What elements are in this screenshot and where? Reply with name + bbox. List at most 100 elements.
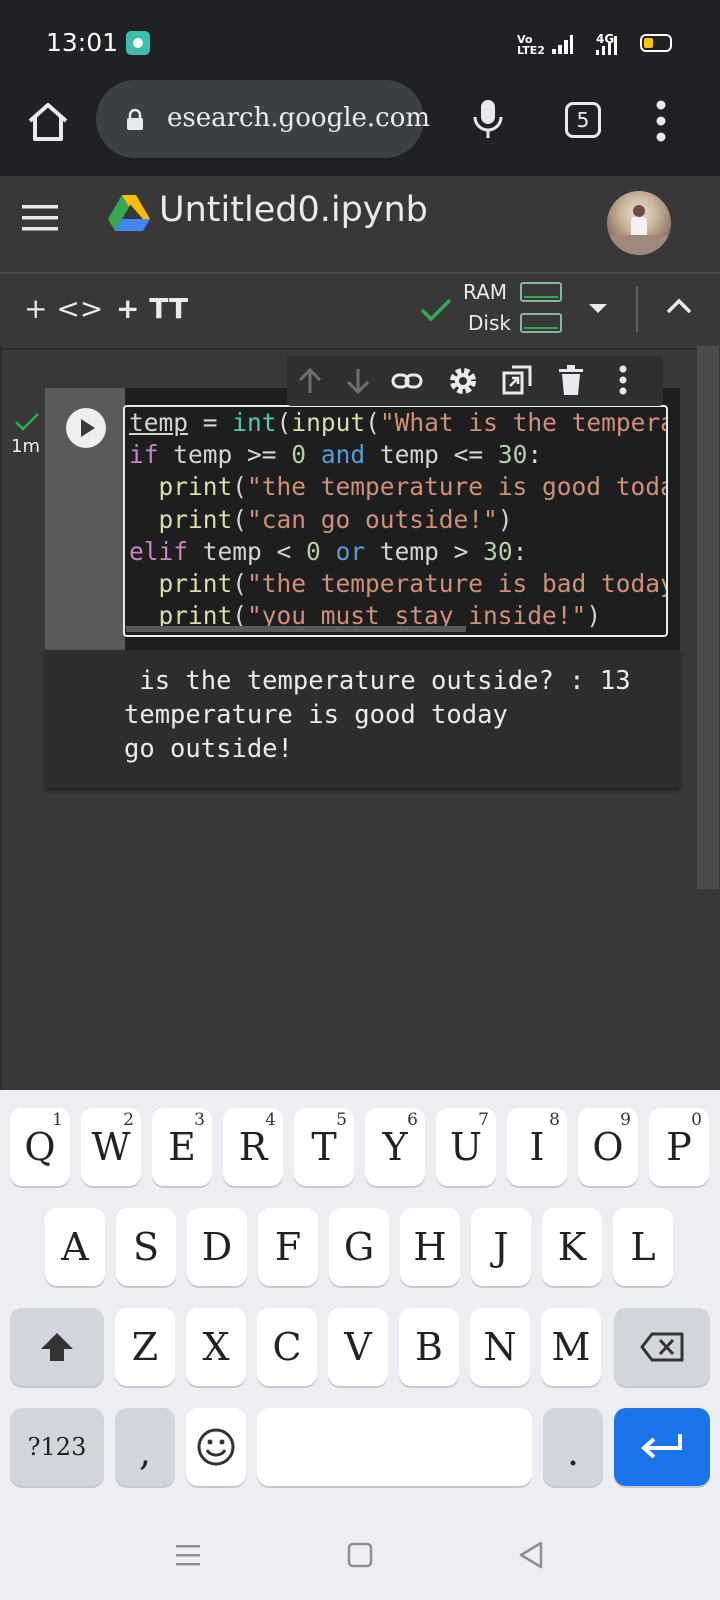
add-code-cell-button[interactable]: + <> — [24, 292, 103, 325]
key-u[interactable]: U7 — [436, 1108, 496, 1186]
code-token: print — [158, 569, 233, 599]
shift-key[interactable] — [10, 1308, 104, 1386]
ram-label[interactable]: RAM — [463, 280, 507, 304]
link-icon[interactable] — [391, 368, 423, 394]
code-line[interactable]: print("the temperature is good today") — [129, 471, 668, 503]
code-line[interactable]: elif temp < 0 or temp > 30: — [129, 536, 666, 568]
signal-bars-icon — [596, 36, 617, 55]
key-t[interactable]: T5 — [294, 1108, 354, 1186]
status-time: 13:01 — [46, 28, 119, 57]
key-x[interactable]: X — [186, 1308, 246, 1386]
hamburger-menu-icon[interactable] — [22, 205, 58, 231]
key-f[interactable]: F — [258, 1208, 318, 1286]
key-m[interactable]: M — [541, 1308, 601, 1386]
trash-icon[interactable] — [557, 364, 585, 396]
tab-switcher-button[interactable]: 5 — [565, 102, 601, 138]
key-o[interactable]: O9 — [578, 1108, 638, 1186]
key-label: A — [61, 1225, 89, 1269]
key-w[interactable]: W2 — [81, 1108, 141, 1186]
key-label: B — [415, 1325, 443, 1369]
mirror-cell-icon[interactable] — [501, 364, 533, 396]
key-e[interactable]: E3 — [152, 1108, 212, 1186]
key-l[interactable]: L — [613, 1208, 673, 1286]
key-s[interactable]: S — [116, 1208, 176, 1286]
key-z[interactable]: Z — [115, 1308, 175, 1386]
key-label: C — [272, 1325, 302, 1369]
disk-label[interactable]: Disk — [468, 311, 511, 335]
period-key[interactable]: . — [543, 1408, 603, 1486]
key-g[interactable]: G — [329, 1208, 389, 1286]
code-token: int — [232, 408, 277, 437]
key-h[interactable]: H — [400, 1208, 460, 1286]
battery-icon — [640, 34, 672, 52]
key-hint: 6 — [407, 1110, 418, 1130]
emoji-key[interactable] — [186, 1408, 246, 1486]
code-line[interactable]: temp = int(input("What is the temperatur… — [129, 407, 666, 439]
key-c[interactable]: C — [257, 1308, 317, 1386]
notebook-title[interactable]: Untitled0.ipynb — [159, 190, 428, 230]
more-vert-icon[interactable] — [617, 364, 629, 396]
ram-meter[interactable] — [520, 282, 562, 302]
key-b[interactable]: B — [399, 1308, 459, 1386]
code-line[interactable]: if temp >= 0 and temp <= 30: — [129, 439, 666, 471]
editor-horizontal-scrollbar[interactable] — [126, 626, 466, 632]
volte-line2: LTE2 — [517, 44, 545, 57]
scrollbar[interactable] — [697, 346, 719, 889]
code-token: 30 — [483, 536, 513, 566]
code-token: "the temperature is good today" — [247, 472, 668, 502]
mic-icon[interactable] — [470, 98, 506, 140]
symbols-key[interactable]: ?123 — [10, 1408, 104, 1486]
home-icon[interactable] — [26, 100, 70, 144]
check-icon — [420, 298, 452, 322]
google-drive-icon[interactable] — [108, 195, 150, 233]
key-a[interactable]: A — [45, 1208, 105, 1286]
url-text[interactable]: esearch.google.com — [167, 103, 430, 133]
nav-home-icon[interactable] — [347, 1542, 373, 1568]
key-hint: 2 — [123, 1110, 134, 1130]
key-i[interactable]: I8 — [507, 1108, 567, 1186]
recents-menu-icon[interactable] — [174, 1542, 202, 1568]
key-p[interactable]: P0 — [649, 1108, 709, 1186]
arrow-down-icon[interactable] — [343, 366, 373, 396]
code-line[interactable]: print("the temperature is bad today") — [129, 568, 666, 600]
gear-icon[interactable] — [447, 365, 479, 397]
run-cell-button[interactable] — [66, 408, 106, 448]
key-y[interactable]: Y6 — [365, 1108, 425, 1186]
code-editor[interactable]: temp = int(input("What is the temperatur… — [123, 405, 668, 637]
backspace-key[interactable] — [614, 1308, 710, 1386]
code-line[interactable]: print("can go outside!") — [129, 504, 666, 536]
chevron-up-icon[interactable] — [666, 298, 692, 314]
key-k[interactable]: K — [542, 1208, 602, 1286]
key-hint: 3 — [194, 1110, 205, 1130]
code-token: "can go outside!" — [247, 504, 498, 534]
avatar[interactable] — [607, 191, 671, 255]
chevron-down-icon[interactable] — [589, 304, 607, 313]
more-vert-icon[interactable] — [655, 100, 667, 142]
disk-meter[interactable] — [520, 313, 562, 333]
code-token: elif — [129, 536, 189, 566]
nav-back-icon[interactable] — [518, 1541, 544, 1569]
key-label: M — [551, 1325, 591, 1369]
key-d[interactable]: D — [187, 1208, 247, 1286]
code-token: ( — [232, 472, 248, 502]
key-v[interactable]: V — [328, 1308, 388, 1386]
key-j[interactable]: J — [471, 1208, 531, 1286]
code-token: or — [335, 536, 366, 566]
comma-key[interactable]: , — [115, 1408, 175, 1486]
signal-icon — [552, 35, 573, 54]
arrow-up-icon[interactable] — [295, 366, 325, 396]
key-q[interactable]: Q1 — [10, 1108, 70, 1186]
space-key[interactable] — [257, 1408, 532, 1486]
code-text[interactable]: temp = int(input("What is the temperatur… — [129, 407, 668, 632]
enter-key[interactable] — [614, 1408, 710, 1486]
key-hint: 1 — [52, 1110, 63, 1130]
code-token: 0 — [306, 536, 321, 566]
add-text-cell-button[interactable]: + TT — [116, 292, 188, 325]
key-r[interactable]: R4 — [223, 1108, 283, 1186]
network-4g-indicator: 4G — [592, 32, 634, 56]
output-line: go outside! — [124, 734, 293, 764]
key-n[interactable]: N — [470, 1308, 530, 1386]
